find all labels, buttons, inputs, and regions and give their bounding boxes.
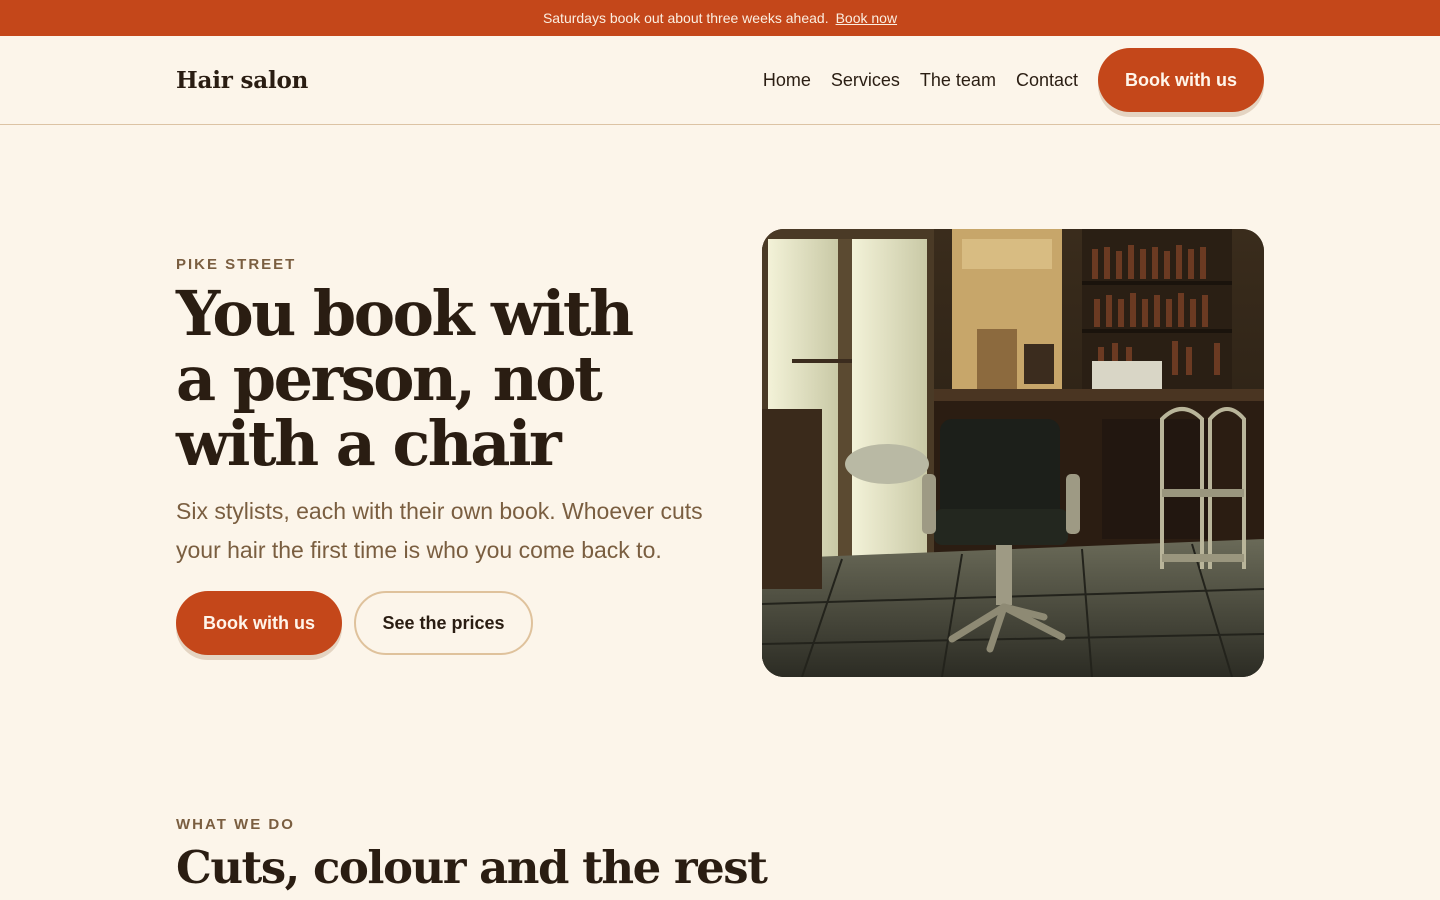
logo[interactable]: Hair salon (176, 67, 308, 94)
hero-title-line-3: with a chair (176, 407, 562, 480)
hero-section: PIKE STREET You book with a person, not … (176, 229, 1264, 677)
nav-link-services[interactable]: Services (831, 70, 900, 91)
announcement-text: Saturdays book out about three weeks ahe… (542, 10, 829, 26)
salon-interior-illustration (762, 229, 1264, 677)
site-header: Hair salon Home Services The team Contac… (0, 36, 1440, 125)
services-section: WHAT WE DO Cuts, colour and the rest (176, 816, 768, 894)
nav-link-team[interactable]: The team (920, 70, 996, 91)
announcement-bar: Saturdays book out about three weeks ahe… (0, 0, 1440, 36)
book-now-link[interactable]: Book now (836, 10, 897, 26)
nav-book-button[interactable]: Book with us (1098, 48, 1264, 112)
see-prices-button[interactable]: See the prices (354, 591, 533, 655)
salon-interior-image (762, 229, 1264, 677)
hero-title-line-2: a person, not (176, 342, 603, 415)
nav-link-contact[interactable]: Contact (1016, 70, 1078, 91)
main-nav: Home Services The team Contact Book with… (763, 48, 1264, 112)
hero-subtitle: Six stylists, each with their own book. … (176, 498, 703, 563)
nav-link-home[interactable]: Home (763, 70, 811, 91)
hero-eyebrow: PIKE STREET (176, 256, 297, 273)
hero-title: You book with a person, not with a chair (176, 281, 736, 476)
services-eyebrow: WHAT WE DO (176, 816, 295, 833)
hero-book-button[interactable]: Book with us (176, 591, 342, 655)
hero-buttons: Book with us See the prices (176, 591, 533, 655)
hero-title-line-1: You book with (176, 277, 634, 350)
services-title: Cuts, colour and the rest (176, 841, 768, 894)
